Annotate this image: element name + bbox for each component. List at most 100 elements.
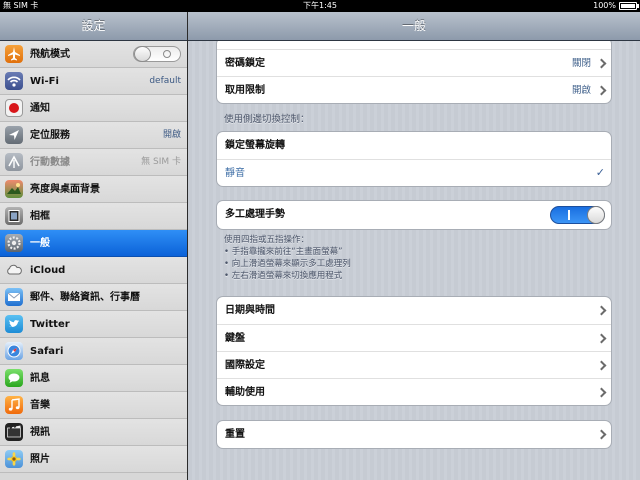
sidebar-item-video[interactable]: 視訊	[0, 419, 187, 446]
airplane-mode-toggle[interactable]	[133, 46, 181, 62]
sidebar-item-notifications[interactable]: 通知	[0, 95, 187, 122]
sidebar-item-airplane-mode[interactable]: 飛航模式	[0, 41, 187, 68]
lock-rotation-row[interactable]: 鎖定螢幕旋轉	[217, 132, 611, 159]
chevron-right-icon	[596, 305, 607, 316]
sidebar-item-label: 亮度與桌面背景	[30, 184, 100, 195]
row-label: 鍵盤	[225, 333, 245, 344]
sidebar-item-label: 通知	[30, 103, 50, 114]
cellular-data-icon	[5, 153, 23, 171]
sidebar-item-messages[interactable]: 訊息	[0, 365, 187, 392]
row-value: 開啟	[571, 85, 591, 96]
picture-frame-icon	[5, 207, 23, 225]
sidebar-item-label: 定位服務	[30, 130, 70, 141]
reset-group: 重置	[216, 420, 612, 449]
multitasking-footer: 使用四指或五指操作： • 手指靠攏來前往“主畫面螢幕” • 向上滑過螢幕來顯示多…	[224, 234, 351, 282]
footer-line: • 手指靠攏來前往“主畫面螢幕”	[224, 247, 343, 257]
photos-icon	[5, 450, 23, 468]
row-label: 重置	[225, 429, 245, 440]
gear-icon	[5, 234, 23, 252]
safari-icon	[5, 342, 23, 360]
multitasking-gestures-row: 多工處理手勢	[217, 201, 611, 229]
chevron-right-icon	[596, 85, 607, 96]
sidebar-item-safari[interactable]: Safari	[0, 338, 187, 365]
row-label: 取用限制	[225, 85, 265, 96]
sidebar-item-wifi[interactable]: Wi-Fi default	[0, 68, 187, 95]
partial-row	[217, 41, 611, 49]
video-icon	[5, 423, 23, 441]
sidebar-item-twitter[interactable]: Twitter	[0, 311, 187, 338]
general-settings-panel: 密碼鎖定 關閉 取用限制 開啟 使用側邊切換控制： 鎖定螢幕旋轉 靜音 ✓ 多工…	[188, 41, 640, 480]
date-time-row[interactable]: 日期與時間	[217, 297, 611, 324]
notifications-icon	[5, 99, 23, 117]
security-group: 密碼鎖定 關閉 取用限制 開啟	[216, 41, 612, 104]
accessibility-row[interactable]: 輔助使用	[217, 378, 611, 405]
sidebar-item-mail-contacts-calendars[interactable]: 郵件、聯絡資訊、行事曆	[0, 284, 187, 311]
page-title: 一般	[188, 12, 640, 41]
location-icon	[5, 126, 23, 144]
sidebar-item-location-services[interactable]: 定位服務 開啟	[0, 122, 187, 149]
row-label: 多工處理手勢	[225, 209, 285, 220]
passcode-lock-row[interactable]: 密碼鎖定 關閉	[217, 49, 611, 76]
music-icon	[5, 396, 23, 414]
chevron-right-icon	[596, 333, 607, 344]
row-label: 輔助使用	[225, 387, 265, 398]
sidebar-item-value: 無 SIM 卡	[141, 157, 181, 167]
multitasking-group: 多工處理手勢	[216, 200, 612, 230]
checkmark-icon: ✓	[595, 166, 605, 179]
sidebar-title: 設定	[0, 12, 187, 41]
messages-icon	[5, 369, 23, 387]
clock: 下午1:45	[303, 1, 337, 10]
sidebar-item-music[interactable]: 音樂	[0, 392, 187, 419]
sidebar-item-label: 訊息	[30, 373, 50, 384]
chevron-right-icon	[596, 387, 607, 398]
sidebar-item-label: Safari	[30, 346, 64, 357]
row-label: 密碼鎖定	[225, 58, 265, 69]
sidebar-item-label: 音樂	[30, 400, 50, 411]
sidebar-item-label: Twitter	[30, 319, 70, 330]
sidebar-item-cellular-data: 行動數據 無 SIM 卡	[0, 149, 187, 176]
battery-indicator: 100%	[593, 0, 639, 12]
mail-icon	[5, 288, 23, 306]
sidebar-item-label: 郵件、聯絡資訊、行事曆	[30, 292, 140, 303]
footer-line: • 左右滑過螢幕來切換應用程式	[224, 271, 343, 281]
battery-percent: 100%	[593, 1, 616, 10]
row-label: 靜音	[225, 168, 245, 179]
battery-icon	[619, 2, 639, 10]
sidebar-item-picture-frame[interactable]: 相框	[0, 203, 187, 230]
restrictions-row[interactable]: 取用限制 開啟	[217, 76, 611, 103]
sidebar: 飛航模式 Wi-Fi default 通知 定位服務 開啟 行動數據 無 SIM…	[0, 41, 187, 480]
row-label: 日期與時間	[225, 305, 275, 316]
sidebar-item-label: 相框	[30, 211, 50, 222]
footer-line: 使用四指或五指操作：	[224, 235, 310, 245]
sidebar-item-label: 飛航模式	[30, 49, 70, 60]
sidebar-item-value: default	[149, 76, 181, 86]
wifi-icon	[5, 72, 23, 90]
row-label: 國際設定	[225, 360, 265, 371]
sidebar-item-brightness-wallpaper[interactable]: 亮度與桌面背景	[0, 176, 187, 203]
multitasking-gestures-toggle[interactable]	[550, 206, 605, 224]
sidebar-item-label: Wi-Fi	[30, 76, 59, 87]
sidebar-item-label: 視訊	[30, 427, 50, 438]
row-value: 關閉	[571, 58, 591, 69]
mute-row[interactable]: 靜音 ✓	[217, 159, 611, 186]
side-switch-group: 鎖定螢幕旋轉 靜音 ✓	[216, 131, 612, 187]
row-label: 鎖定螢幕旋轉	[225, 140, 285, 151]
sidebar-item-label: 一般	[30, 238, 50, 249]
airplane-icon	[5, 45, 23, 63]
chevron-right-icon	[596, 58, 607, 69]
icloud-icon	[5, 261, 23, 279]
keyboard-row[interactable]: 鍵盤	[217, 324, 611, 351]
reset-row[interactable]: 重置	[217, 421, 611, 448]
international-row[interactable]: 國際設定	[217, 351, 611, 378]
sidebar-item-icloud[interactable]: iCloud	[0, 257, 187, 284]
sidebar-item-label: iCloud	[30, 265, 66, 276]
brightness-icon	[5, 180, 23, 198]
sidebar-item-photos[interactable]: 照片	[0, 446, 187, 473]
footer-line: • 向上滑過螢幕來顯示多工處理列	[224, 259, 351, 269]
locale-group: 日期與時間 鍵盤 國際設定 輔助使用	[216, 296, 612, 406]
sidebar-item-value: 開啟	[162, 130, 181, 140]
sidebar-item-general[interactable]: 一般	[0, 230, 187, 257]
side-switch-header: 使用側邊切換控制：	[224, 114, 310, 125]
twitter-icon	[5, 315, 23, 333]
chevron-right-icon	[596, 429, 607, 440]
